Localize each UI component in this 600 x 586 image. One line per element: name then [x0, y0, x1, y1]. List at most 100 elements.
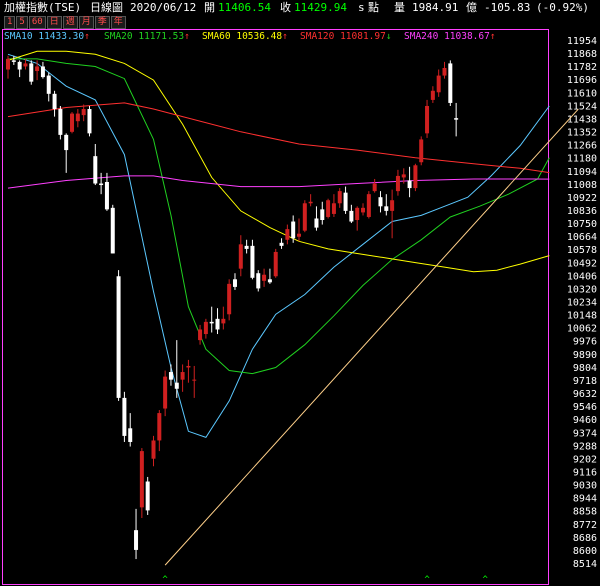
candle-body [99, 183, 104, 186]
candle-body [11, 60, 16, 62]
y-tick-label: 8600 [573, 546, 597, 557]
y-tick-label: 10664 [567, 232, 597, 243]
bottom-marker: ^ [162, 575, 168, 585]
y-tick-label: 9632 [573, 389, 597, 400]
y-tick-label: 10148 [567, 311, 597, 322]
candle-body [139, 451, 144, 508]
candle-body [104, 182, 109, 210]
candle-body [52, 93, 57, 110]
candle-body [203, 321, 208, 335]
candle-body [262, 274, 267, 281]
candle-body [46, 75, 51, 94]
candle-body [168, 372, 173, 380]
y-tick-label: 9890 [573, 350, 597, 361]
candle-body [250, 245, 255, 278]
trendline [164, 108, 579, 566]
y-tick-label: 9202 [573, 454, 597, 465]
candle-body [75, 113, 80, 122]
y-tick-label: 9976 [573, 337, 597, 348]
candle-body [291, 221, 296, 239]
y-tick-label: 10234 [567, 298, 597, 309]
candle-body [436, 75, 441, 93]
candle-body [308, 201, 313, 204]
candle-body [238, 244, 243, 269]
series-line-sma240 [7, 175, 550, 189]
y-tick-label: 9374 [573, 428, 597, 439]
bottom-marker: ^ [483, 575, 489, 585]
candle-body [267, 279, 272, 283]
candle-body [209, 321, 214, 324]
y-tick-label: 8944 [573, 494, 597, 505]
y-tick-label: 9460 [573, 415, 597, 426]
candle-body [116, 276, 121, 398]
candle-body [232, 279, 237, 287]
candle-body [285, 229, 290, 240]
y-tick-label: 9030 [573, 481, 597, 492]
candle-body [413, 165, 418, 189]
candle-body [198, 329, 203, 341]
y-tick-label: 11352 [567, 128, 597, 139]
y-tick-label: 11008 [567, 180, 597, 191]
candle-body [256, 273, 261, 289]
candle-body [361, 207, 366, 213]
candle-body [390, 200, 395, 211]
candle-body [331, 203, 336, 214]
series-line-sma60 [7, 50, 550, 273]
y-tick-label: 11696 [567, 75, 597, 86]
candle-body [401, 174, 406, 178]
candle-body [29, 63, 34, 82]
candle-body [314, 218, 319, 228]
candle-body [425, 105, 430, 134]
candle-body [40, 66, 45, 78]
candle-body [70, 113, 75, 132]
candle-body [35, 66, 40, 72]
candle-body [17, 61, 22, 70]
candle-body [407, 180, 412, 189]
candle-body [64, 134, 69, 151]
y-tick-label: 8514 [573, 559, 597, 570]
candle-body [215, 318, 220, 330]
candle-body [157, 413, 162, 441]
bottom-marker: ^ [424, 575, 430, 585]
candle-body [366, 194, 371, 217]
y-tick-label: 10578 [567, 245, 597, 256]
candle-body [6, 58, 10, 70]
candle-body [151, 440, 156, 459]
y-tick-label: 11954 [567, 36, 597, 47]
y-tick-label: 10062 [567, 324, 597, 335]
y-tick-label: 10750 [567, 219, 597, 230]
candle-body [87, 109, 92, 134]
candle-body [273, 251, 278, 277]
candle-body [378, 197, 383, 207]
y-tick-label: 11782 [567, 62, 597, 73]
y-tick-label: 9718 [573, 376, 597, 387]
candle-body [227, 283, 232, 315]
y-tick-label: 9546 [573, 402, 597, 413]
y-tick-label: 8772 [573, 520, 597, 531]
candle-body [180, 372, 185, 380]
candle-body [384, 206, 389, 211]
y-tick-label: 10320 [567, 284, 597, 295]
candle-body [221, 318, 226, 324]
candle-body [349, 210, 354, 222]
candle-body [448, 63, 453, 103]
candle-body [454, 118, 459, 120]
candle-body [297, 233, 301, 237]
y-tick-label: 11610 [567, 88, 597, 99]
candle-body [395, 175, 400, 192]
y-tick-label: 9116 [573, 467, 597, 478]
candle-body [122, 397, 127, 436]
y-tick-label: 9288 [573, 441, 597, 452]
candle-body [145, 481, 150, 511]
candle-body [326, 200, 331, 217]
candle-body [134, 530, 139, 550]
y-tick-label: 10922 [567, 193, 597, 204]
candle-body [355, 207, 360, 221]
y-tick-label: 11094 [567, 167, 597, 178]
candle-body [244, 245, 249, 249]
candle-body [192, 379, 197, 381]
y-tick-label: 11524 [567, 101, 597, 112]
y-tick-label: 9804 [573, 363, 597, 374]
y-tick-label: 10406 [567, 271, 597, 282]
candle-body [110, 207, 115, 254]
